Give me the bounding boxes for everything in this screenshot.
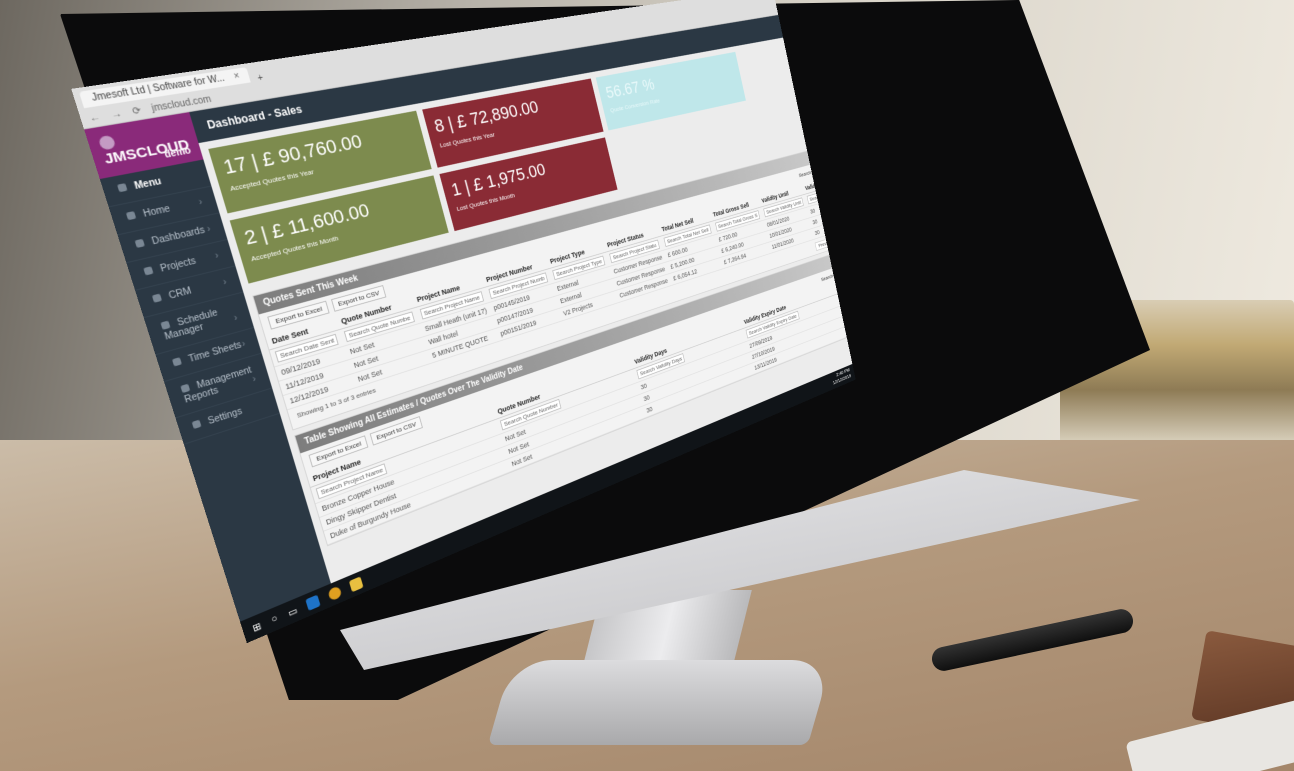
new-tab-button[interactable]: + [257, 73, 265, 84]
chevron-right-icon: › [251, 374, 257, 384]
sidebar-item-label: CRM [168, 286, 193, 301]
reports-icon [180, 384, 190, 393]
edge-icon[interactable] [306, 595, 321, 611]
menu-icon [117, 183, 128, 192]
search-label: Search: [798, 169, 812, 178]
sidebar-item-label: Projects [159, 256, 197, 274]
tab-close-icon[interactable]: × [233, 71, 241, 82]
sidebar-item-label: Dashboards [151, 225, 206, 247]
search-input[interactable] [834, 260, 856, 280]
sidebar-item-label: Schedule Manager [164, 308, 219, 342]
chrome-icon[interactable] [328, 585, 343, 601]
sidebar-item-label: Home [142, 204, 172, 220]
search-label: Search: [821, 273, 835, 283]
search-icon[interactable]: ○ [270, 613, 279, 625]
file-explorer-icon[interactable] [349, 576, 364, 592]
screen-area: Jmesoft Ltd | Software for W... × + ← → … [70, 10, 1070, 630]
monitor-stand-base [488, 660, 832, 745]
chevron-right-icon: › [233, 313, 239, 323]
task-view-icon[interactable]: ▭ [286, 604, 298, 618]
chevron-right-icon: › [222, 277, 228, 287]
sidebar-item-label: Menu [133, 177, 162, 192]
calendar-icon [160, 321, 170, 330]
windows-start-icon[interactable]: ⊞ [251, 620, 263, 634]
pagination-previous[interactable]: Previous [815, 236, 837, 251]
row-open-chevron-icon[interactable]: › [851, 203, 855, 215]
projects-icon [143, 266, 153, 275]
back-icon[interactable]: ← [88, 112, 102, 124]
chevron-right-icon: › [198, 197, 204, 208]
pagination-page[interactable]: 1 [837, 233, 846, 243]
home-icon [126, 211, 136, 220]
chevron-right-icon: › [206, 224, 212, 235]
column-header-action [845, 170, 853, 182]
screen: Jmesoft Ltd | Software for W... × + ← → … [71, 0, 855, 643]
pagination-next[interactable]: Next [846, 228, 856, 240]
forward-icon[interactable]: → [110, 109, 124, 121]
gear-icon [192, 420, 202, 429]
sidebar-item-label: Settings [207, 407, 243, 427]
dashboard-icon [135, 239, 145, 248]
reload-icon[interactable]: ⟳ [131, 106, 143, 118]
crm-icon [152, 294, 162, 303]
clock-icon [172, 357, 182, 366]
row-open-chevron-icon[interactable]: › [849, 193, 855, 205]
row-open-chevron-icon[interactable]: › [854, 214, 856, 226]
app: JMSCLOUD demo Menu Home › Dashboards › Pro… [84, 15, 856, 643]
chevron-right-icon: › [214, 251, 220, 261]
logo-icon [98, 135, 117, 151]
search-input[interactable] [812, 159, 846, 177]
